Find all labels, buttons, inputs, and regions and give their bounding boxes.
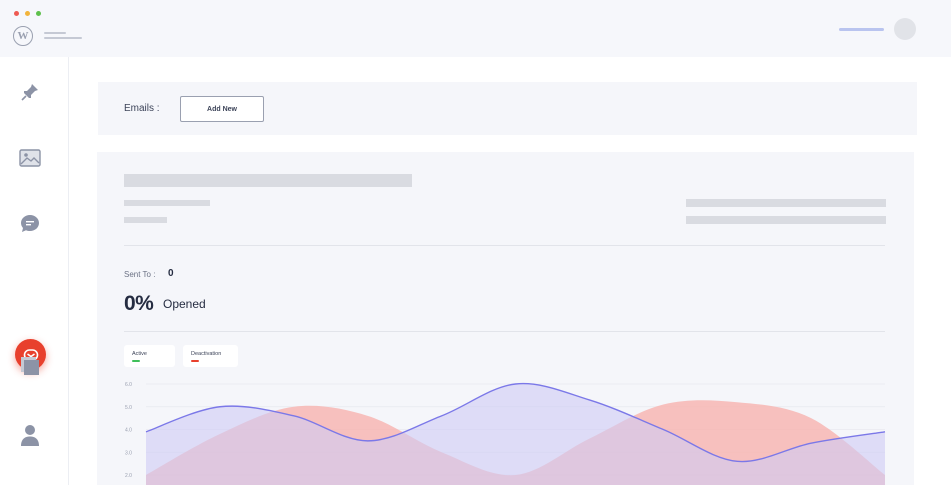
legend-deactivation-swatch <box>191 360 199 362</box>
emails-label: Emails : <box>124 103 160 114</box>
opened-label: Opened <box>163 297 206 311</box>
legend-deactivation[interactable]: Deactivation <box>183 345 238 367</box>
subtitle-placeholder <box>124 200 210 206</box>
legend-active[interactable]: Active <box>124 345 175 367</box>
top-bar: W <box>0 0 951 57</box>
hamburger-icon[interactable] <box>44 31 82 43</box>
legend-deactivation-label: Deactivation <box>191 351 222 357</box>
header-placeholder-bar <box>839 28 884 31</box>
title-placeholder <box>124 174 412 187</box>
y-tick-label: 2.0 <box>125 473 132 479</box>
opened-percent: 0% <box>124 292 154 315</box>
y-tick-label: 6.0 <box>125 382 132 388</box>
pin-icon[interactable] <box>16 78 44 106</box>
legend-active-swatch <box>132 360 140 362</box>
sent-to-value: 0 <box>168 268 174 279</box>
add-new-button[interactable]: Add New <box>180 96 264 122</box>
pages-icon[interactable] <box>16 352 44 380</box>
right-placeholder-1 <box>686 199 886 207</box>
y-tick-label: 3.0 <box>125 450 132 456</box>
meta-placeholder <box>124 217 167 223</box>
legend-active-label: Active <box>132 351 147 357</box>
sent-to-label: Sent To : <box>124 270 156 279</box>
window-close-dot[interactable] <box>14 11 19 16</box>
divider <box>124 331 885 332</box>
image-icon[interactable] <box>16 144 44 172</box>
comment-icon[interactable] <box>16 210 44 238</box>
emails-area-chart: 6.0 5.0 4.0 3.0 2.0 <box>125 382 886 485</box>
avatar[interactable] <box>894 18 916 40</box>
window-minimize-dot[interactable] <box>25 11 30 16</box>
sidebar <box>0 57 69 485</box>
user-icon[interactable] <box>16 421 44 449</box>
divider <box>124 245 885 246</box>
right-placeholder-2 <box>686 216 886 224</box>
y-tick-label: 4.0 <box>125 428 132 434</box>
y-tick-label: 5.0 <box>125 405 132 411</box>
wordpress-icon[interactable]: W <box>13 26 33 46</box>
window-maximize-dot[interactable] <box>36 11 41 16</box>
